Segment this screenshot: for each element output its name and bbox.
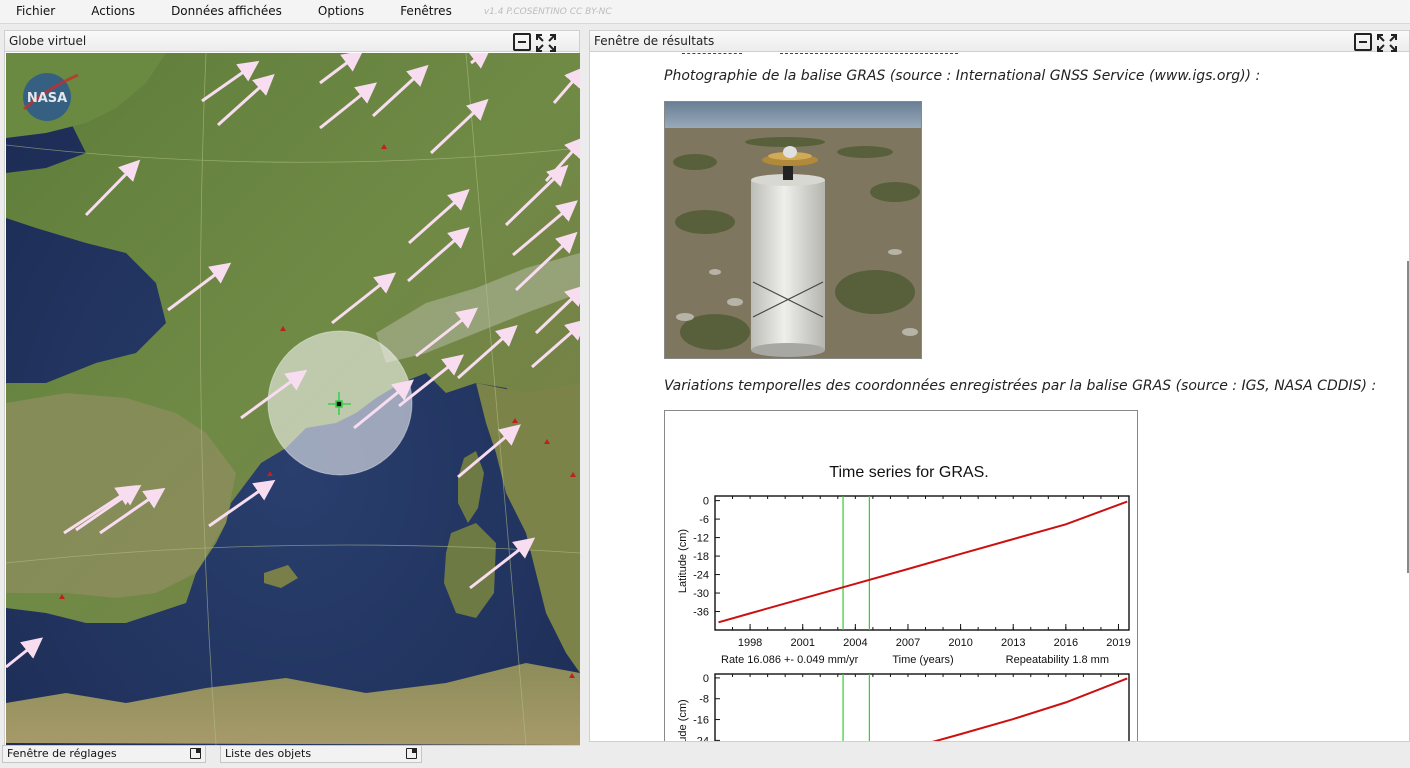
y-tick-label: -8 — [699, 694, 709, 706]
y-tick-label: -6 — [699, 514, 709, 526]
tab-settings-label: Fenêtre de réglages — [7, 747, 117, 760]
table-edge — [682, 53, 742, 54]
results-content[interactable]: Photographie de la balise GRAS (source :… — [590, 53, 1409, 741]
x-tick-label: 2013 — [1001, 637, 1025, 649]
table-edge — [780, 53, 958, 54]
y-tick-label: 0 — [703, 673, 709, 685]
y-tick-label: -24 — [693, 735, 709, 741]
x-tick-label: 1998 — [738, 637, 762, 649]
menu-actions[interactable]: Actions — [75, 0, 155, 24]
scrollbar[interactable] — [1407, 261, 1409, 573]
menu-bar: Fichier Actions Données affichées Option… — [0, 0, 1410, 24]
menu-donnees-affichees[interactable]: Données affichées — [155, 0, 302, 24]
results-panel-title: Fenêtre de résultats — [594, 34, 715, 48]
svg-text:NASA: NASA — [27, 91, 67, 106]
x-tick-label: 2010 — [948, 637, 972, 649]
globe-view[interactable]: NASA — [6, 53, 580, 745]
results-panel-header: Fenêtre de résultats — [590, 31, 1409, 52]
plot-frame — [714, 673, 1130, 741]
y-tick-label: -36 — [693, 607, 709, 619]
y-tick-label: -16 — [693, 715, 709, 727]
x-tick-label: 2016 — [1054, 637, 1078, 649]
menu-fichier[interactable]: Fichier — [0, 0, 75, 24]
x-axis-label: Time (years) — [892, 654, 953, 666]
x-tick-label: 2007 — [896, 637, 920, 649]
y-tick-label: -24 — [693, 570, 709, 582]
globe-panel: Globe virtuel NASA — [4, 30, 580, 746]
second-plot: 0 -8 -16 -24 — [693, 673, 1130, 741]
y-axis-label-second: ude (cm) — [677, 699, 689, 741]
y-tick-label: -30 — [693, 588, 709, 600]
rate-label: Rate 16.086 +- 0.049 mm/yr — [721, 654, 859, 666]
latitude-plot: 0 -6 -12 -18 -24 -30 -36 1998 2001 2004 2007 2010 20… — [693, 495, 1131, 649]
plot-frame — [714, 495, 1130, 631]
y-tick-label: 0 — [703, 496, 709, 508]
y-axis-label-latitude: Latitude (cm) — [677, 529, 689, 593]
restore-icon[interactable] — [190, 748, 201, 759]
y-tick-label: -18 — [693, 551, 709, 563]
globe-panel-title: Globe virtuel — [9, 34, 87, 48]
version-label: v1.4 P.COSENTINO CC BY-NC — [483, 6, 612, 17]
tab-objects-label: Liste des objets — [225, 747, 312, 760]
timeseries-caption: Variations temporelles des coordonnées e… — [664, 378, 1377, 394]
photo-caption: Photographie de la balise GRAS (source :… — [664, 68, 1261, 84]
chart-title: Time series for GRAS. — [829, 464, 988, 481]
series-line — [932, 677, 1128, 741]
restore-icon[interactable] — [406, 748, 417, 759]
series-line — [718, 500, 1128, 624]
minimize-icon[interactable] — [513, 33, 531, 51]
x-tick-label: 2004 — [843, 637, 867, 649]
minimize-icon[interactable] — [1354, 33, 1372, 51]
tab-objects-list[interactable]: Liste des objets — [220, 745, 422, 763]
x-tick-label: 2001 — [790, 637, 814, 649]
results-panel: Fenêtre de résultats Photographie de la … — [589, 30, 1410, 742]
tab-settings-window[interactable]: Fenêtre de réglages — [2, 745, 206, 763]
y-tick-label: -12 — [693, 533, 709, 545]
globe-panel-header: Globe virtuel — [5, 31, 579, 52]
maximize-icon[interactable] — [1376, 33, 1397, 52]
repeatability-label: Repeatability 1.8 mm — [1006, 654, 1109, 666]
timeseries-figure: Time series for GRAS. 0 -6 -12 -18 -24 -30 -36… — [664, 410, 1138, 741]
menu-options[interactable]: Options — [302, 0, 384, 24]
menu-fenetres[interactable]: Fenêtres — [384, 0, 472, 24]
x-tick-label: 2019 — [1106, 637, 1130, 649]
maximize-icon[interactable] — [535, 33, 556, 52]
station-photo — [664, 101, 922, 359]
